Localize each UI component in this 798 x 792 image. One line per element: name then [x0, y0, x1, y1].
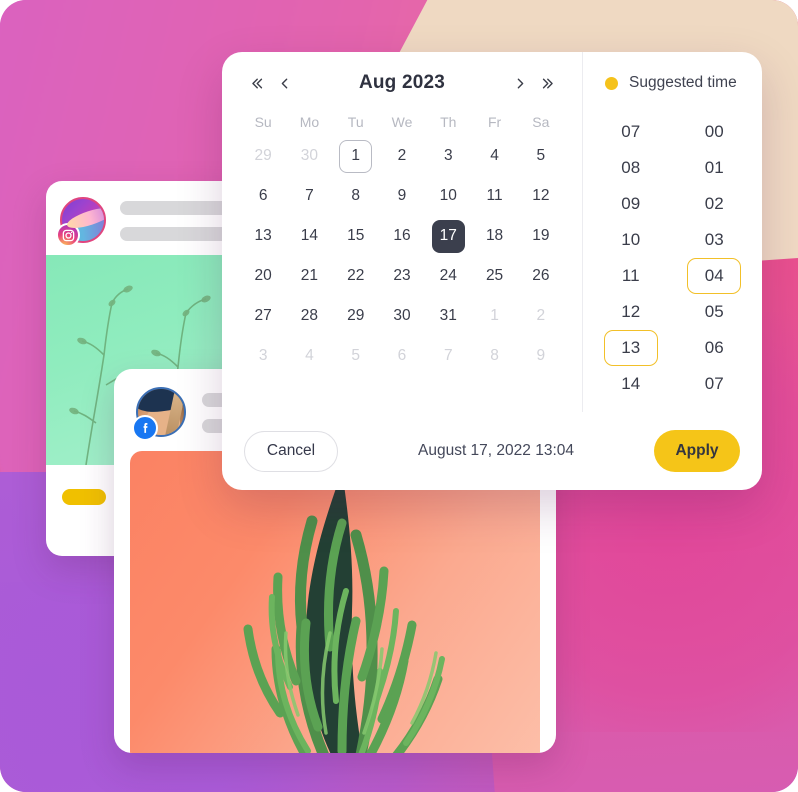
- calendar-header: Aug 2023: [222, 52, 582, 114]
- hour-option[interactable]: 14: [604, 366, 658, 402]
- weekday-label: Su: [254, 114, 272, 130]
- suggested-time-dot-icon: [605, 76, 618, 90]
- hour-option[interactable]: 10: [604, 222, 658, 258]
- calendar-day-cell: 8: [490, 347, 499, 364]
- chevron-right-icon[interactable]: [506, 69, 534, 97]
- minutes-column[interactable]: 00 01 02 03 04 05 06 07: [673, 114, 757, 406]
- calendar-day-cell: 2: [536, 307, 546, 324]
- calendar-day-cell[interactable]: 23: [385, 260, 418, 293]
- calendar-day-cell: 3: [258, 347, 268, 364]
- calendar-day-cell[interactable]: 28: [293, 300, 326, 333]
- placeholder-line: [120, 227, 233, 241]
- calendar-day-cell: 1: [490, 307, 499, 324]
- calendar-day-cell[interactable]: 12: [524, 180, 557, 213]
- hour-option[interactable]: 12: [604, 294, 658, 330]
- minute-option[interactable]: 00: [687, 114, 741, 150]
- minute-option[interactable]: 07: [687, 366, 741, 402]
- minute-option[interactable]: 04: [687, 258, 742, 294]
- avatar: [56, 197, 106, 247]
- apply-button[interactable]: Apply: [654, 430, 740, 472]
- calendar-day-cell[interactable]: 18: [478, 220, 511, 253]
- cancel-button[interactable]: Cancel: [244, 430, 338, 472]
- calendar-day-cell[interactable]: 5: [524, 140, 557, 173]
- post-image-cactus: [130, 451, 540, 753]
- chevron-left-icon[interactable]: [270, 69, 298, 97]
- avatar: [132, 387, 186, 441]
- card-action-pill[interactable]: [62, 489, 106, 505]
- hour-option[interactable]: 07: [604, 114, 658, 150]
- minute-option[interactable]: 02: [687, 186, 741, 222]
- calendar-day-cell[interactable]: 1: [339, 139, 373, 173]
- hours-column[interactable]: 07 08 09 10 11 12 13 14: [589, 114, 673, 406]
- minute-option[interactable]: 06: [687, 330, 741, 366]
- weekday-label: Tu: [347, 114, 364, 130]
- calendar-day-cell: 30: [300, 147, 319, 164]
- calendar-day-cell[interactable]: 2: [385, 140, 418, 173]
- minute-option[interactable]: 03: [687, 222, 741, 258]
- app-background: Aug 2023 Su Mo Tu We Th Fr Sa 29 30 1 2 3 4 5 6 7 8 9 10 1…: [0, 0, 798, 792]
- suggested-time-header: Suggested time: [583, 52, 762, 114]
- calendar-day-cell[interactable]: 17: [431, 219, 465, 253]
- chevron-double-right-icon[interactable]: [534, 69, 562, 97]
- calendar-day-cell[interactable]: 22: [339, 260, 372, 293]
- suggested-time-label: Suggested time: [629, 74, 737, 91]
- weekday-label: Mo: [299, 114, 320, 130]
- calendar-day-cell[interactable]: 25: [478, 260, 511, 293]
- calendar-day-cell[interactable]: 4: [478, 140, 511, 173]
- hour-option[interactable]: 09: [604, 186, 658, 222]
- calendar-day-cell[interactable]: 27: [247, 300, 280, 333]
- calendar-day-cell: 6: [397, 347, 407, 364]
- calendar-day-cell[interactable]: 6: [247, 180, 280, 213]
- calendar-day-cell: 7: [443, 347, 453, 364]
- weekday-label: Sa: [532, 114, 550, 130]
- calendar-day-cell[interactable]: 16: [385, 220, 418, 253]
- calendar-day-cell: 29: [254, 147, 272, 164]
- calendar-day-cell: 4: [305, 347, 314, 364]
- hour-option[interactable]: 11: [604, 258, 658, 294]
- page-title: Aug 2023: [358, 72, 446, 93]
- weekday-label: Fr: [487, 114, 502, 130]
- minute-option[interactable]: 01: [687, 150, 741, 186]
- calendar-day-cell[interactable]: 3: [432, 140, 465, 173]
- calendar-day-cell[interactable]: 15: [339, 220, 372, 253]
- calendar-day-cell: 9: [536, 347, 546, 364]
- placeholder-line: [120, 201, 233, 215]
- weekday-label: We: [391, 114, 413, 130]
- weekday-header-row: Su Mo Tu We Th Fr Sa: [222, 114, 582, 130]
- calendar-day-cell[interactable]: 8: [339, 180, 372, 213]
- text-placeholder-lines: [120, 199, 233, 241]
- calendar-day-grid[interactable]: 29 30 1 2 3 4 5 6 7 8 9 10 11 12 13 14 15 16 17 18 19 20 21 22 2…: [222, 136, 582, 376]
- calendar-day-cell[interactable]: 29: [339, 300, 372, 333]
- calendar-day-cell[interactable]: 21: [293, 260, 326, 293]
- picker-body: Aug 2023 Su Mo Tu We Th Fr Sa 29 30 1 2 3 4 5 6 7 8 9 10 1…: [222, 52, 762, 412]
- calendar-day-cell[interactable]: 14: [293, 220, 326, 253]
- calendar-pane: Aug 2023 Su Mo Tu We Th Fr Sa 29 30 1 2 3 4 5 6 7 8 9 10 1…: [222, 52, 582, 412]
- calendar-day-cell[interactable]: 31: [432, 300, 465, 333]
- calendar-day-cell[interactable]: 11: [478, 180, 511, 213]
- weekday-label: Th: [440, 114, 457, 130]
- calendar-day-cell[interactable]: 19: [524, 220, 557, 253]
- calendar-day-cell[interactable]: 24: [432, 260, 465, 293]
- calendar-day-cell[interactable]: 7: [293, 180, 326, 213]
- calendar-day-cell[interactable]: 10: [432, 180, 465, 213]
- time-columns: 07 08 09 10 11 12 13 14 00 01 02 03 04 05 06 07: [583, 114, 762, 412]
- minute-option[interactable]: 05: [687, 294, 741, 330]
- calendar-day-cell[interactable]: 26: [524, 260, 557, 293]
- calendar-day-cell[interactable]: 13: [247, 220, 280, 253]
- chevron-double-left-icon[interactable]: [242, 69, 270, 97]
- datetime-picker-panel[interactable]: Aug 2023 Su Mo Tu We Th Fr Sa 29 30 1 2 3 4 5 6 7 8 9 10 1…: [222, 52, 762, 490]
- time-pane: Suggested time 07 08 09 10 11 12 13 14 00 01 02 03…: [582, 52, 762, 412]
- calendar-day-cell[interactable]: 9: [385, 180, 418, 213]
- picker-footer: Cancel August 17, 2022 13:04 Apply: [222, 412, 762, 490]
- calendar-day-cell[interactable]: 30: [385, 300, 418, 333]
- calendar-day-cell: 5: [351, 347, 361, 364]
- calendar-day-cell[interactable]: 20: [247, 260, 280, 293]
- facebook-icon: [132, 415, 158, 441]
- card-header: [46, 181, 247, 255]
- selected-datetime-summary: August 17, 2022 13:04: [418, 442, 574, 459]
- hour-option[interactable]: 08: [604, 150, 658, 186]
- hour-option[interactable]: 13: [603, 330, 658, 366]
